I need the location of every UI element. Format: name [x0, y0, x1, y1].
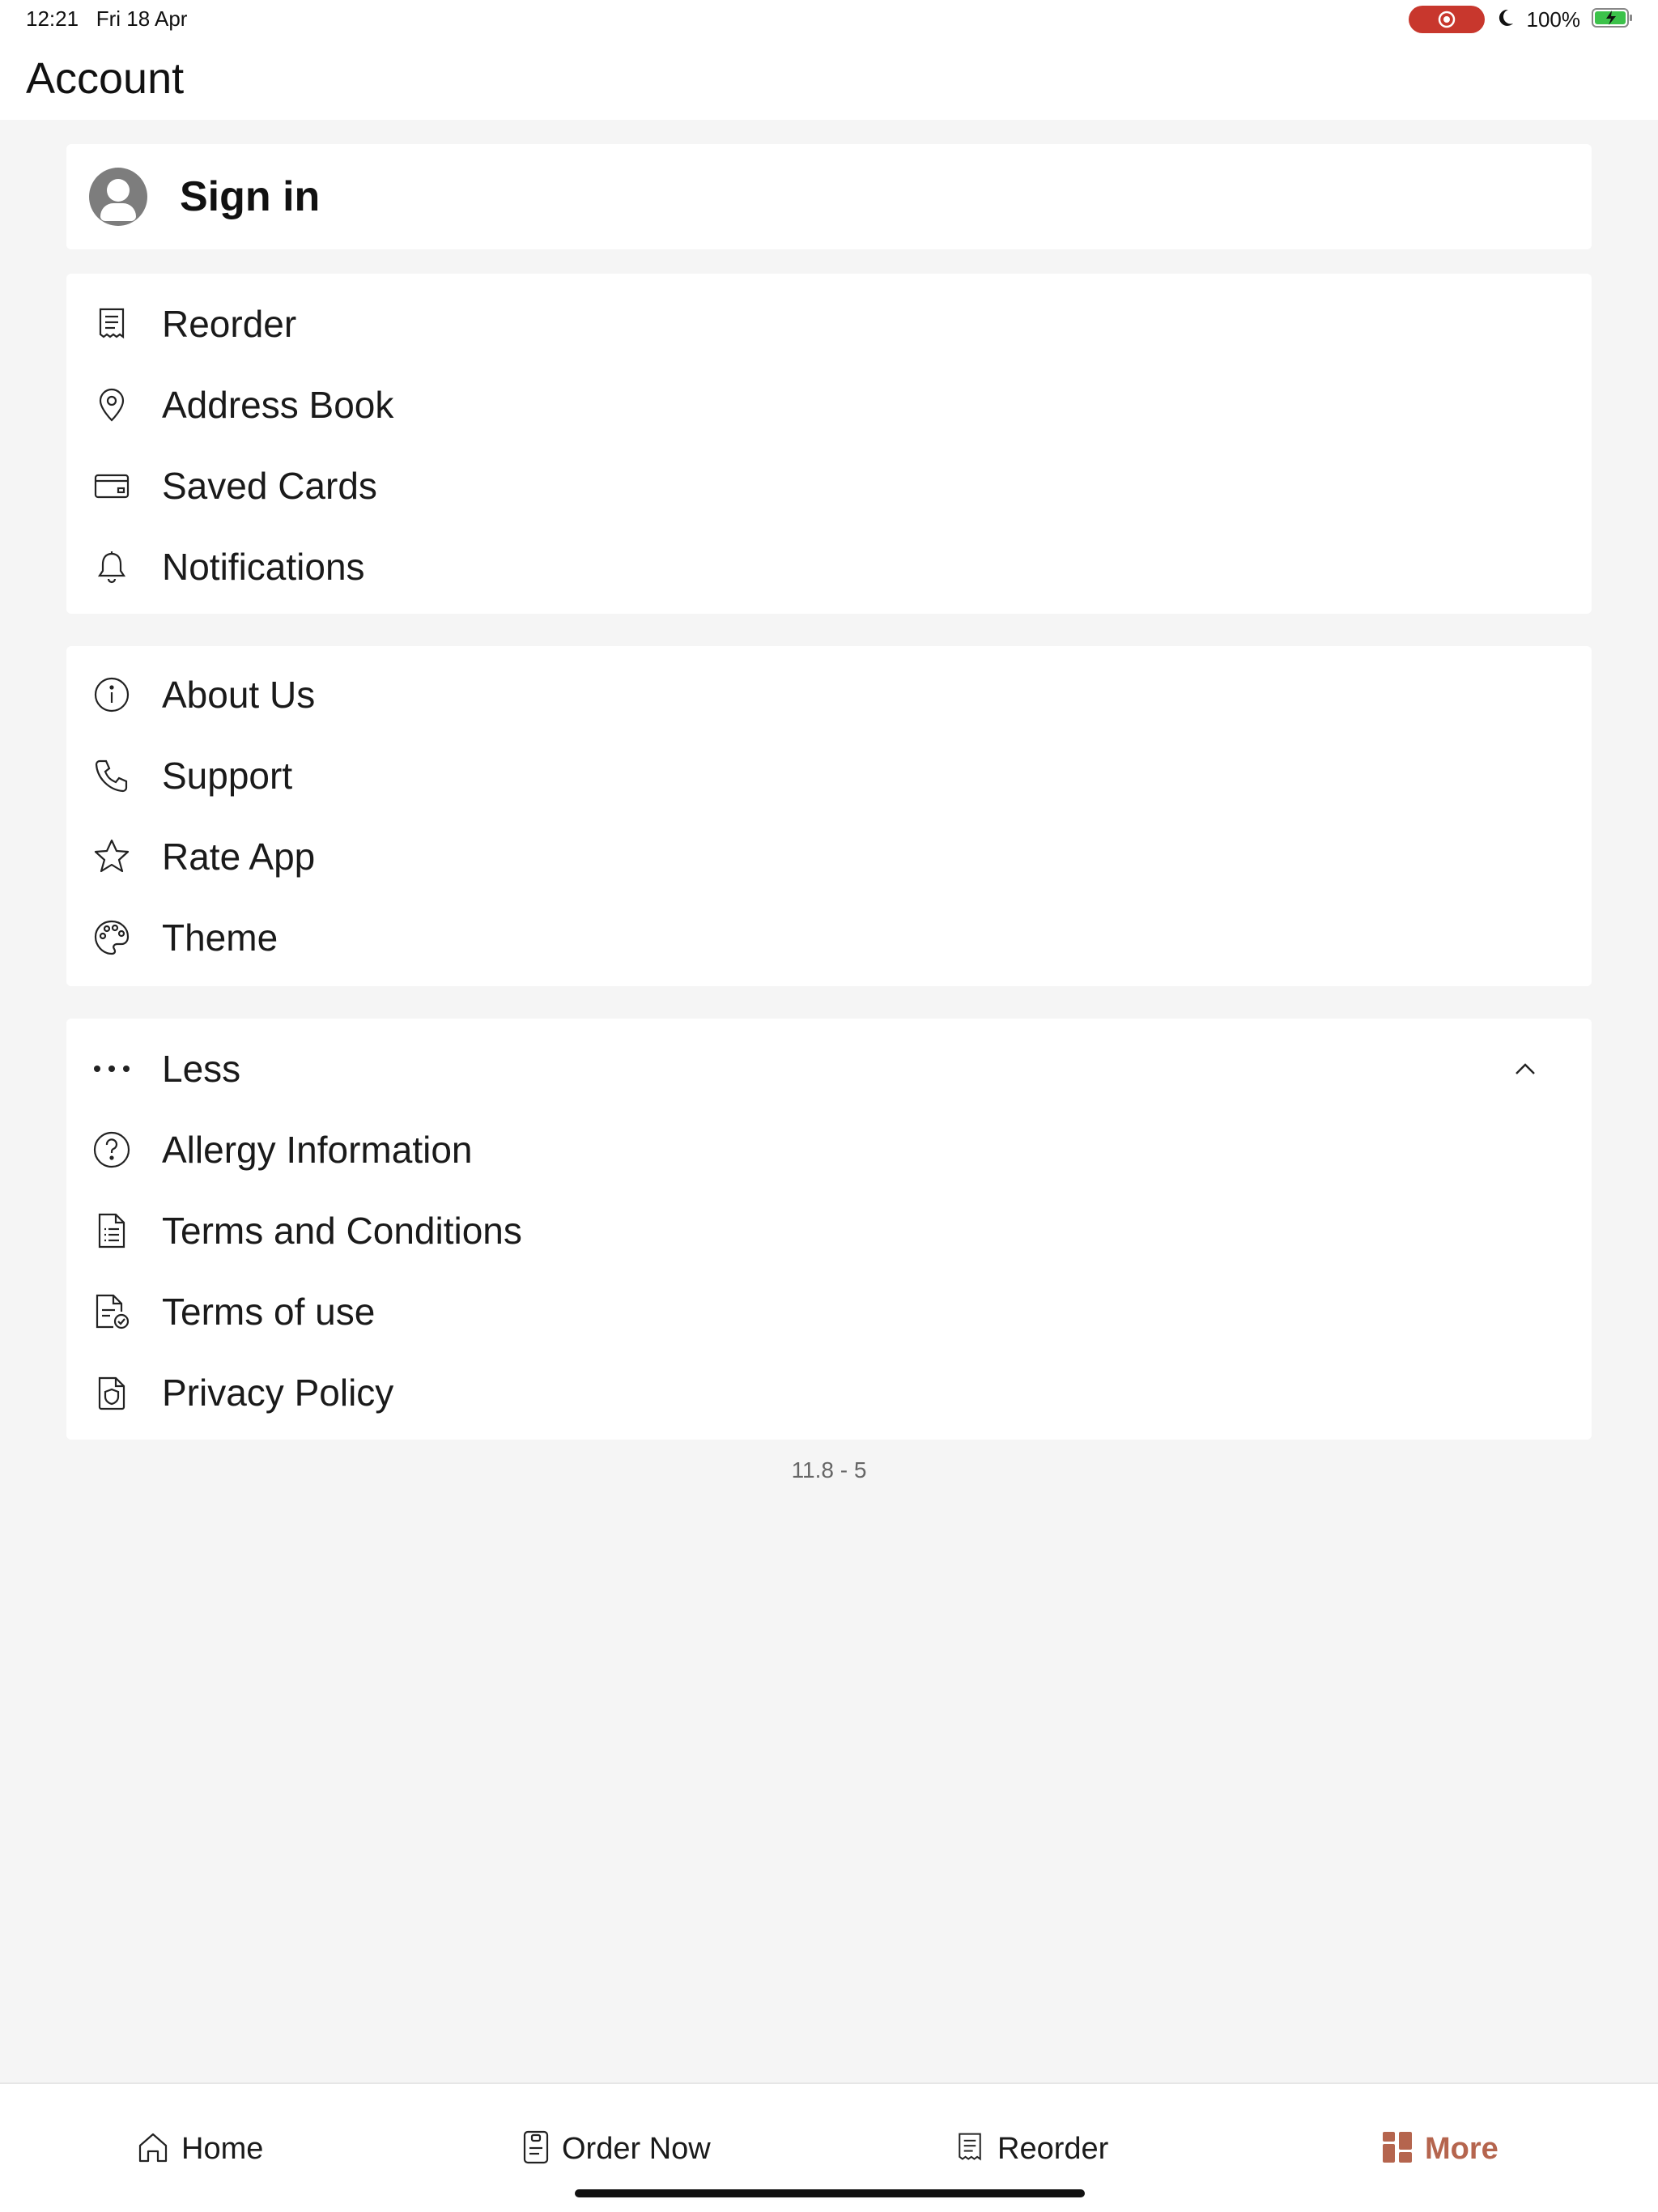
home-icon: [136, 2130, 170, 2168]
grid-icon: [1381, 2130, 1414, 2168]
tab-label: Home: [181, 2131, 264, 2166]
battery-percent: 100%: [1526, 6, 1581, 32]
info-icon: [91, 674, 133, 716]
battery-charging-icon: [1592, 6, 1634, 33]
tab-label: Order Now: [562, 2131, 711, 2166]
chevron-up-icon[interactable]: [1511, 1054, 1540, 1083]
menu-label: Rate App: [162, 836, 316, 878]
receipt-icon: [91, 303, 133, 345]
tab-more[interactable]: More: [1381, 2125, 1499, 2173]
tab-label: More: [1425, 2131, 1499, 2166]
star-icon: [91, 836, 133, 878]
home-indicator[interactable]: [575, 2189, 1085, 2197]
time-text: 12:21: [26, 6, 79, 31]
tab-order-now[interactable]: Order Now: [521, 2125, 711, 2173]
status-indicators: 100%: [1408, 5, 1635, 34]
menu-label: Notifications: [162, 546, 365, 588]
menu-label: Less: [162, 1048, 241, 1090]
menu-toggle-less[interactable]: Less: [91, 1036, 1564, 1101]
record-icon[interactable]: [1408, 6, 1485, 33]
sign-in-card: Sign in: [66, 144, 1592, 249]
menu-item-theme[interactable]: Theme: [91, 905, 1564, 970]
status-time: 12:21 Fri 18 Apr: [26, 6, 187, 32]
shield-document-icon: [91, 1372, 133, 1414]
info-menu-card: About Us Support Rate App Theme: [66, 646, 1592, 986]
page-title: Account: [26, 54, 185, 103]
menu-item-rate-app[interactable]: Rate App: [91, 824, 1564, 889]
menu-label: Theme: [162, 917, 278, 959]
menu-item-privacy-policy[interactable]: Privacy Policy: [91, 1360, 1564, 1425]
menu-item-allergy-information[interactable]: Allergy Information: [91, 1117, 1564, 1182]
top-bar: 12:21 Fri 18 Apr 100% Account: [0, 0, 1658, 120]
receipt-icon: [954, 2129, 986, 2169]
menu-item-terms-of-use[interactable]: Terms of use: [91, 1279, 1564, 1344]
menu-label: Support: [162, 755, 293, 797]
sign-in-button[interactable]: Sign in: [89, 164, 320, 229]
phone-icon: [91, 755, 133, 797]
menu-label: About Us: [162, 674, 316, 716]
menu-label: Allergy Information: [162, 1129, 473, 1171]
credit-card-icon: [91, 465, 133, 507]
account-menu-card: Reorder Address Book Saved Cards Notific…: [66, 274, 1592, 614]
tab-home[interactable]: Home: [136, 2125, 263, 2173]
menu-item-terms-and-conditions[interactable]: Terms and Conditions: [91, 1198, 1564, 1263]
menu-item-support[interactable]: Support: [91, 743, 1564, 808]
date-text: Fri 18 Apr: [96, 6, 188, 31]
menu-label: Privacy Policy: [162, 1372, 394, 1414]
menu-label: Terms of use: [162, 1291, 376, 1333]
menu-item-about-us[interactable]: About Us: [91, 662, 1564, 727]
document-list-icon: [91, 1210, 133, 1252]
menu-item-saved-cards[interactable]: Saved Cards: [91, 453, 1564, 518]
tab-label: Reorder: [997, 2131, 1109, 2166]
document-check-icon: [91, 1291, 133, 1333]
menu-label: Terms and Conditions: [162, 1210, 522, 1252]
sign-in-label: Sign in: [180, 173, 321, 220]
menu-card-icon: [521, 2129, 551, 2170]
app-version: 11.8 - 5: [791, 1457, 867, 1482]
menu-label: Reorder: [162, 303, 297, 345]
user-avatar-icon: [89, 168, 147, 226]
location-pin-icon: [91, 384, 133, 426]
palette-icon: [91, 917, 133, 959]
bell-icon: [91, 546, 133, 588]
menu-item-address-book[interactable]: Address Book: [91, 372, 1564, 437]
legal-menu-card: Less Allergy Information Terms and Condi…: [66, 1019, 1592, 1440]
question-circle-icon: [91, 1129, 133, 1171]
menu-label: Saved Cards: [162, 465, 377, 507]
moon-icon: [1496, 7, 1516, 32]
menu-item-reorder[interactable]: Reorder: [91, 291, 1564, 356]
menu-item-notifications[interactable]: Notifications: [91, 534, 1564, 599]
more-dots-icon: [91, 1048, 133, 1090]
menu-label: Address Book: [162, 384, 394, 426]
tab-reorder[interactable]: Reorder: [954, 2125, 1108, 2173]
